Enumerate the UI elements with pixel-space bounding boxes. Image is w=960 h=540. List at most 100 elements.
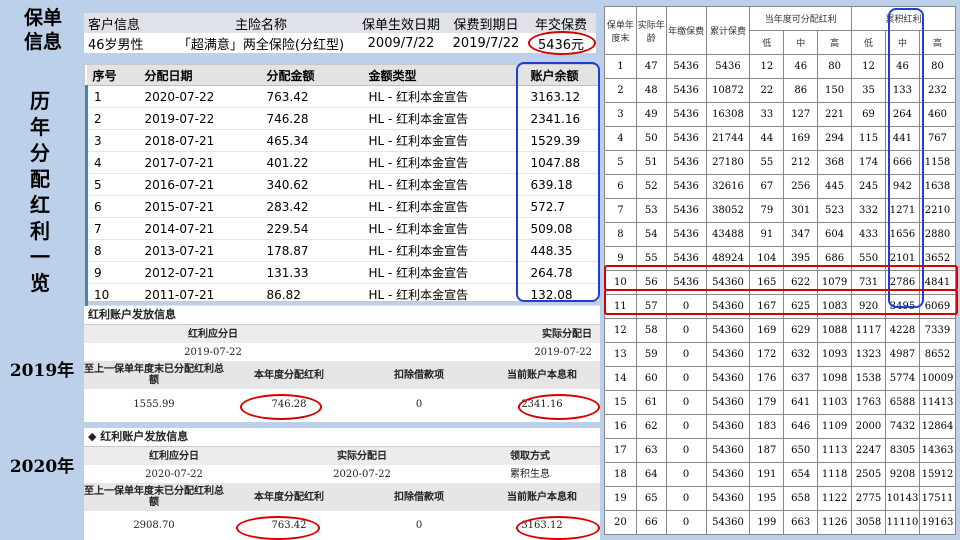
projection-annual-mid: 86 — [783, 78, 819, 103]
projection-row: 20 66 0 54360 199 663 1126 3058 11110 19163 — [604, 510, 957, 535]
projection-cumulative-premium: 27180 — [705, 150, 751, 175]
projection-annual-mid: 127 — [783, 102, 819, 127]
projection-age: 61 — [635, 390, 667, 415]
panel-2019-actual-date: 2019-07-22 — [534, 346, 592, 358]
projection-annual-low: 55 — [749, 150, 785, 175]
history-type: HL - 红利本金宣告 — [362, 129, 525, 152]
highlight-2019-this-year-oval — [240, 394, 322, 420]
history-date: 2012-07-21 — [138, 261, 261, 284]
history-date: 2014-07-21 — [138, 217, 261, 240]
projection-age: 66 — [635, 510, 667, 535]
projection-cumulative-high: 10009 — [918, 366, 957, 391]
projection-annual-premium: 0 — [665, 462, 707, 487]
panel-2020-header-due-date: 红利应分日 — [84, 447, 264, 465]
projection-annual-premium: 0 — [665, 486, 707, 511]
panel-2019-header-due-date: 红利应分日 — [84, 325, 342, 343]
projection-age: 52 — [635, 174, 667, 199]
projection-annual-mid: 654 — [783, 462, 819, 487]
projection-cumulative-premium: 16308 — [705, 102, 751, 127]
panel-2020-header-actual-date: 实际分配日 — [264, 447, 460, 465]
projection-cumulative-low: 1763 — [851, 390, 886, 415]
projection-cumulative-premium: 54360 — [705, 414, 751, 439]
history-type: HL - 红利本金宣告 — [362, 195, 525, 218]
projection-annual-low: 183 — [749, 414, 785, 439]
highlight-cumulative-mid-column — [888, 8, 924, 308]
projection-annual-premium: 0 — [665, 318, 707, 343]
panel-2019-loan-deduction: 0 — [415, 398, 423, 410]
projection-age: 64 — [635, 462, 667, 487]
projection-cumulative-high: 232 — [918, 78, 957, 103]
policy-header-premium: 年交保费 — [534, 17, 587, 33]
panel-2020-header-prev-total: 至上一保单年度末已分配红利总额 — [84, 483, 224, 511]
projection-cumulative-high: 80 — [918, 54, 957, 79]
projection-header-cumulative-premium: 累计保费 — [705, 6, 751, 55]
projection-annual-high: 294 — [817, 126, 853, 151]
panel-2019-header-this-year: 本年度分配红利 — [224, 361, 354, 389]
projection-cumulative-low: 1117 — [851, 318, 886, 343]
policy-product: 「超满意」两全保险(分红型) — [177, 37, 345, 53]
projection-age: 50 — [635, 126, 667, 151]
history-date: 2011-07-21 — [138, 283, 261, 306]
projection-row: 19 65 0 54360 195 658 1122 2775 10143 17511 — [604, 486, 957, 511]
projection-annual-mid: 46 — [783, 54, 819, 79]
projection-row: 13 59 0 54360 172 632 1093 1323 4987 8652 — [604, 342, 957, 367]
projection-cumulative-low: 332 — [851, 198, 886, 223]
projection-annual-high: 1122 — [817, 486, 853, 511]
history-amount: 131.33 — [260, 261, 363, 284]
history-date: 2016-07-21 — [138, 173, 261, 196]
projection-annual-premium: 0 — [665, 438, 707, 463]
policy-header-row: 客户信息 主险名称 保单生效日期 保费到期日 年交保费 — [84, 13, 596, 33]
projection-header-annual-premium: 年缴保费 — [665, 6, 707, 55]
projection-cumulative-low: 1538 — [851, 366, 886, 391]
projection-cumulative-high: 12864 — [918, 414, 957, 439]
projection-annual-mid: 301 — [783, 198, 819, 223]
policy-header-customer: 客户信息 — [88, 17, 141, 33]
projection-age: 62 — [635, 414, 667, 439]
projection-annual-mid: 658 — [783, 486, 819, 511]
panel-2019-header-balance: 当前账户本息和 — [484, 361, 600, 389]
projection-header-annual-dividend: 当年度可分配红利 — [749, 6, 853, 31]
history-header-type: 金额类型 — [362, 65, 525, 86]
panel-2020-method: 累积生息 — [510, 468, 550, 480]
history-index: 2 — [85, 107, 139, 130]
projection-cumulative-premium: 54360 — [705, 366, 751, 391]
projection-cumulative-premium: 54360 — [705, 486, 751, 511]
panel-2020-title: ◆ 红利账户发放信息 — [84, 428, 600, 447]
projection-annual-low: 176 — [749, 366, 785, 391]
projection-cumulative-premium: 54360 — [705, 462, 751, 487]
history-date: 2019-07-22 — [138, 107, 261, 130]
projection-annual-premium: 0 — [665, 366, 707, 391]
policy-header-product: 主险名称 — [234, 17, 287, 33]
projection-sub-low: 低 — [851, 30, 886, 55]
projection-cumulative-premium: 54360 — [705, 390, 751, 415]
highlight-premium-oval — [528, 31, 596, 55]
projection-policy-year: 15 — [604, 390, 637, 415]
projection-policy-year: 12 — [604, 318, 637, 343]
projection-annual-premium: 5436 — [665, 198, 707, 223]
history-header-date: 分配日期 — [138, 65, 261, 86]
history-type: HL - 红利本金宣告 — [362, 107, 525, 130]
year-2020-label: 2020年 — [9, 457, 75, 477]
projection-cumulative-high: 1638 — [918, 174, 957, 199]
projection-cumulative-mid: 5774 — [884, 366, 920, 391]
projection-cumulative-premium: 10872 — [705, 78, 751, 103]
projection-policy-year: 2 — [604, 78, 637, 103]
panel-2019-prev-total: 1555.99 — [133, 398, 175, 410]
projection-annual-high: 368 — [817, 150, 853, 175]
projection-annual-premium: 0 — [665, 414, 707, 439]
projection-annual-mid: 169 — [783, 126, 819, 151]
projection-annual-mid: 637 — [783, 366, 819, 391]
history-amount: 401.22 — [260, 151, 363, 174]
projection-cumulative-high: 15912 — [918, 462, 957, 487]
projection-cumulative-high: 11413 — [918, 390, 957, 415]
policy-value-row: 46岁男性 「超满意」两全保险(分红型) 2009/7/22 2019/7/22… — [84, 33, 596, 53]
projection-cumulative-low: 2000 — [851, 414, 886, 439]
history-date: 2015-07-21 — [138, 195, 261, 218]
panel-2020-header-balance: 当前账户本息和 — [484, 483, 600, 511]
highlight-row-11 — [604, 289, 958, 315]
history-header-index: 序号 — [86, 65, 139, 86]
projection-annual-high: 1113 — [817, 438, 853, 463]
history-amount: 86.82 — [260, 283, 363, 306]
projection-cumulative-premium: 54360 — [705, 510, 751, 535]
panel-2020-prev-total: 2908.70 — [133, 519, 175, 531]
